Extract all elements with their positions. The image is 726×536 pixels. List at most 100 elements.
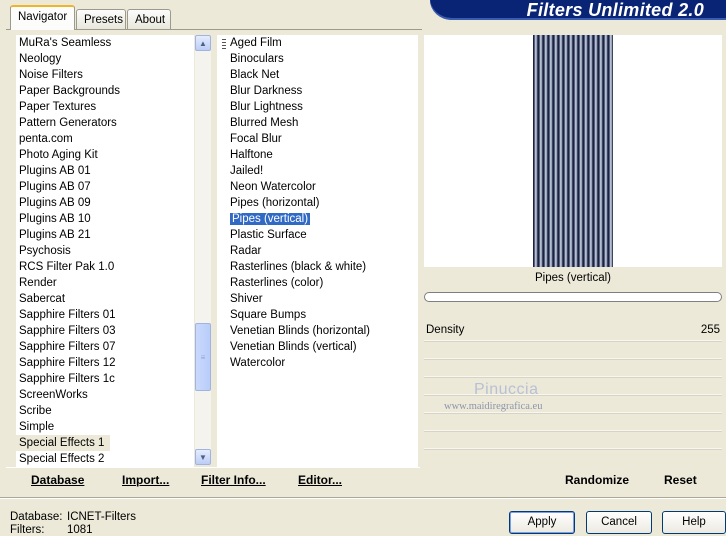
- filter-item[interactable]: Blur Lightness: [227, 99, 373, 115]
- watermark-url: www.maidiregrafica.eu: [444, 401, 543, 412]
- filter-item[interactable]: Binoculars: [227, 51, 373, 67]
- category-item[interactable]: Paper Backgrounds: [16, 83, 194, 99]
- filter-item-label: Pipes (vertical): [230, 213, 311, 225]
- category-items: MuRa's Seamless Neology Noise Filters Paper…: [16, 35, 194, 467]
- filter-item-label: Square Bumps: [230, 309, 307, 321]
- scroll-down-icon[interactable]: ▼: [195, 449, 211, 465]
- filter-item-label: Neon Watercolor: [230, 181, 316, 193]
- category-item[interactable]: Plugins AB 01: [16, 163, 194, 179]
- status-filters-label: Filters:: [10, 524, 45, 536]
- filter-item-label: Rasterlines (color): [230, 277, 324, 289]
- filter-item-label: Rasterlines (black & white): [230, 261, 367, 273]
- filter-item-label: Binoculars: [230, 53, 284, 65]
- category-item[interactable]: penta.com: [16, 131, 194, 147]
- editor-button[interactable]: Editor...: [298, 473, 342, 487]
- preview-zoom-slider[interactable]: [424, 292, 722, 302]
- apply-button[interactable]: Apply: [509, 511, 575, 534]
- filter-item[interactable]: Blur Darkness: [227, 83, 373, 99]
- param-divider: [424, 430, 722, 432]
- database-button[interactable]: Database: [31, 473, 84, 487]
- category-item[interactable]: Render: [16, 275, 194, 291]
- category-item[interactable]: Plugins AB 07: [16, 179, 194, 195]
- filter-item[interactable]: Blurred Mesh: [227, 115, 373, 131]
- param-divider: [424, 376, 722, 378]
- filter-item-label: Blurred Mesh: [230, 117, 299, 129]
- param-divider: [424, 448, 722, 450]
- randomize-button[interactable]: Randomize: [565, 473, 629, 487]
- filter-items: Aged Film Binoculars Black Net Blur Darknes…: [227, 35, 373, 371]
- category-item[interactable]: Scribe: [16, 403, 194, 419]
- param-label-density: Density: [426, 324, 465, 336]
- filter-item[interactable]: Radar: [227, 243, 373, 259]
- filter-item[interactable]: Aged Film: [227, 35, 373, 51]
- filter-info-button[interactable]: Filter Info...: [201, 473, 266, 487]
- category-item[interactable]: Special Effects 2: [16, 451, 194, 467]
- filter-item-label: Venetian Blinds (vertical): [230, 341, 357, 353]
- filter-item-label: Focal Blur: [230, 133, 282, 145]
- tab-presets[interactable]: Presets: [76, 9, 126, 29]
- cancel-button[interactable]: Cancel: [586, 511, 652, 534]
- filter-list[interactable]: Aged Film Binoculars Black Net Blur Darknes…: [217, 35, 418, 467]
- filter-item[interactable]: Plastic Surface: [227, 227, 373, 243]
- category-item[interactable]: Sapphire Filters 1c: [16, 371, 194, 387]
- help-button[interactable]: Help: [662, 511, 726, 534]
- param-value-density[interactable]: 255: [690, 324, 720, 336]
- toolbar-divider-left: [6, 467, 420, 468]
- title-banner: Filters Unlimited 2.0: [430, 0, 726, 20]
- category-item[interactable]: Special Effects 1: [16, 435, 111, 451]
- category-item[interactable]: RCS Filter Pak 1.0: [16, 259, 194, 275]
- category-scrollbar[interactable]: ▲ ≡ ▼: [195, 35, 211, 465]
- watermark-name: Pinuccia: [474, 381, 539, 398]
- reset-button[interactable]: Reset: [664, 473, 697, 487]
- filter-item[interactable]: Venetian Blinds (vertical): [227, 339, 373, 355]
- category-item[interactable]: Photo Aging Kit: [16, 147, 194, 163]
- filter-item[interactable]: Watercolor: [227, 355, 373, 371]
- app-title: Filters Unlimited 2.0: [526, 0, 704, 20]
- category-item[interactable]: Plugins AB 09: [16, 195, 194, 211]
- filter-item[interactable]: Shiver: [227, 291, 373, 307]
- scroll-thumb[interactable]: ≡: [195, 323, 211, 391]
- category-item[interactable]: ScreenWorks: [16, 387, 194, 403]
- param-divider: [424, 394, 722, 396]
- scroll-up-icon[interactable]: ▲: [195, 35, 211, 51]
- filter-item-label: Black Net: [230, 69, 280, 81]
- filter-item[interactable]: Pipes (horizontal): [227, 195, 373, 211]
- filter-item[interactable]: Black Net: [227, 67, 373, 83]
- bottom-divider: [0, 497, 726, 499]
- import-button[interactable]: Import...: [122, 473, 169, 487]
- filter-item[interactable]: Halftone: [227, 147, 373, 163]
- status-database-label: Database:: [10, 511, 63, 523]
- category-item[interactable]: Sapphire Filters 03: [16, 323, 194, 339]
- category-item[interactable]: Sapphire Filters 12: [16, 355, 194, 371]
- category-item[interactable]: Sapphire Filters 07: [16, 339, 194, 355]
- category-item[interactable]: Simple: [16, 419, 194, 435]
- category-item[interactable]: Plugins AB 10: [16, 211, 194, 227]
- param-divider: [424, 358, 722, 360]
- category-item[interactable]: Psychosis: [16, 243, 194, 259]
- category-item[interactable]: Neology: [16, 51, 194, 67]
- category-item[interactable]: MuRa's Seamless: [16, 35, 194, 51]
- filter-item[interactable]: Square Bumps: [227, 307, 373, 323]
- filter-item[interactable]: Venetian Blinds (horizontal): [227, 323, 373, 339]
- filter-item[interactable]: Rasterlines (color): [227, 275, 373, 291]
- filter-item[interactable]: Focal Blur: [227, 131, 373, 147]
- preview-filter-name: Pipes (vertical): [534, 272, 612, 284]
- filter-item-label: Plastic Surface: [230, 229, 307, 241]
- category-item[interactable]: Plugins AB 21: [16, 227, 194, 243]
- category-item[interactable]: Sapphire Filters 01: [16, 307, 194, 323]
- status-filters-value: 1081: [67, 524, 93, 536]
- category-list[interactable]: MuRa's Seamless Neology Noise Filters Paper…: [16, 35, 194, 467]
- category-item[interactable]: Paper Textures: [16, 99, 194, 115]
- tab-navigator[interactable]: Navigator: [10, 5, 75, 30]
- filter-item[interactable]: Pipes (vertical): [227, 211, 373, 227]
- status-database-value: ICNET-Filters: [67, 511, 136, 523]
- filter-item[interactable]: Neon Watercolor: [227, 179, 373, 195]
- filter-item-label: Halftone: [230, 149, 273, 161]
- filter-item[interactable]: Jailed!: [227, 163, 373, 179]
- category-item[interactable]: Noise Filters: [16, 67, 194, 83]
- filter-item-label: Blur Lightness: [230, 101, 303, 113]
- filter-item[interactable]: Rasterlines (black & white): [227, 259, 373, 275]
- category-item[interactable]: Sabercat: [16, 291, 194, 307]
- tab-about[interactable]: About: [127, 9, 171, 29]
- category-item[interactable]: Pattern Generators: [16, 115, 194, 131]
